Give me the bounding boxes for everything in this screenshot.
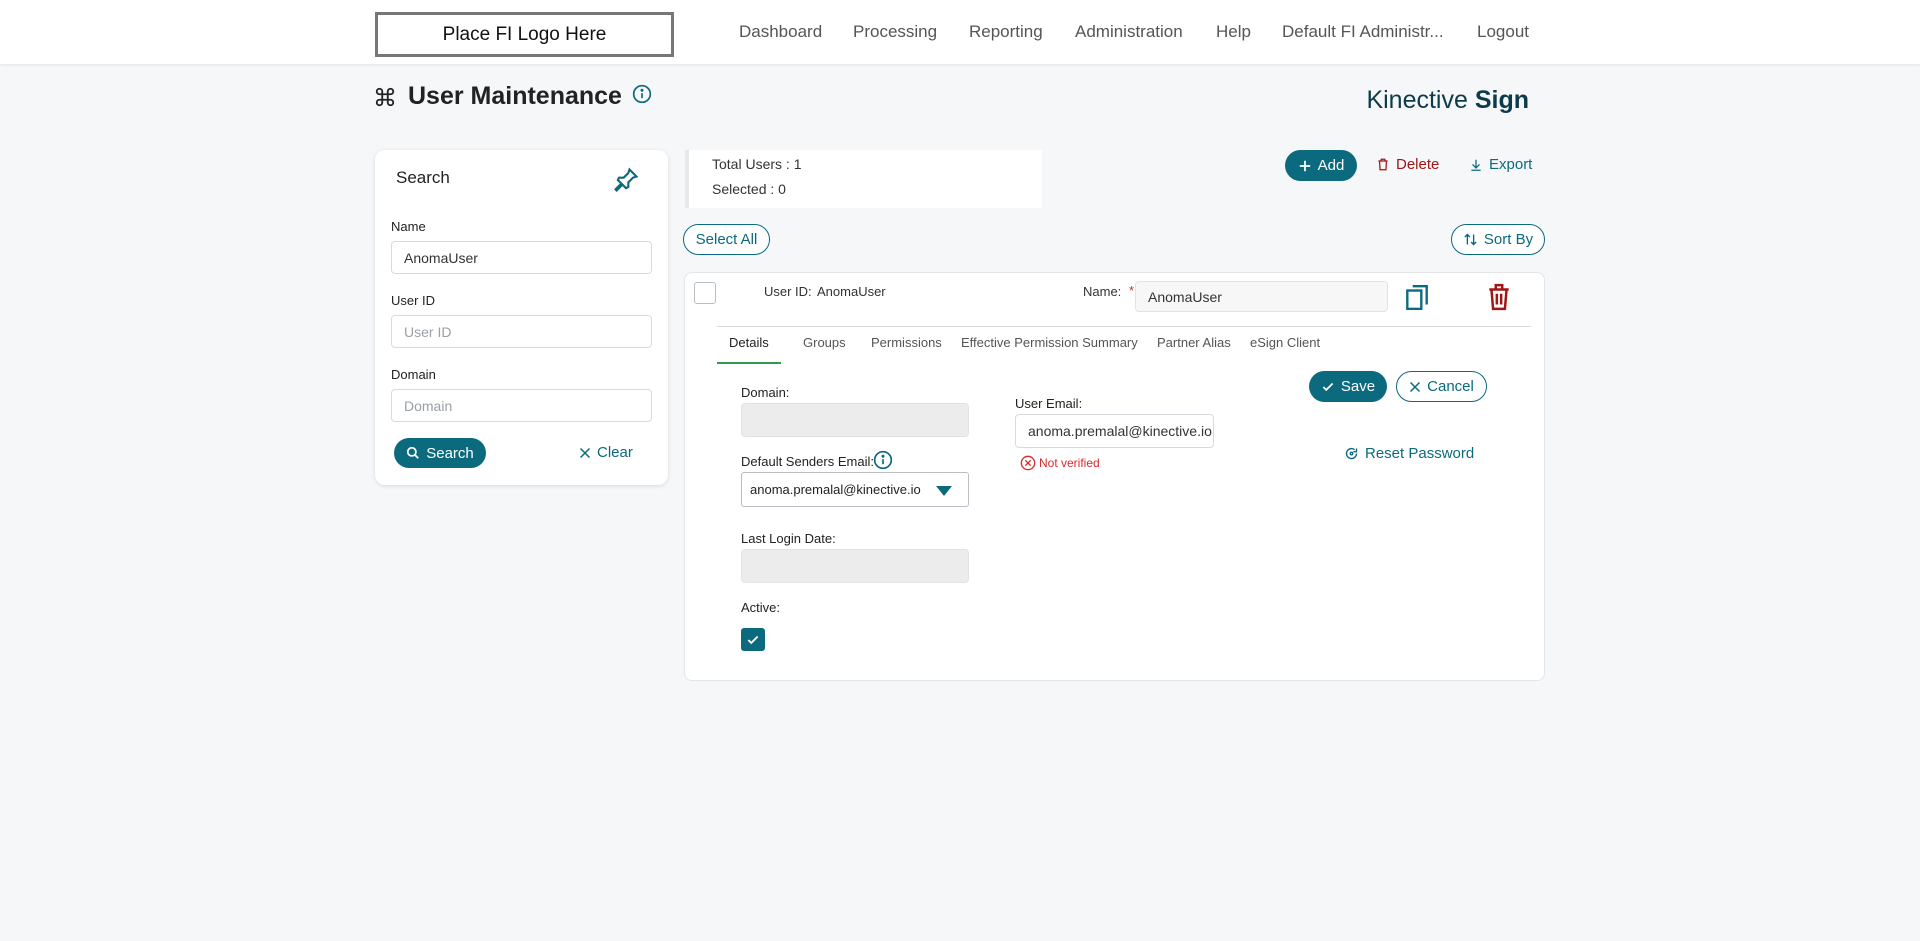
nav-logout[interactable]: Logout	[1477, 0, 1529, 64]
selected-count: Selected : 0	[712, 181, 786, 197]
select-all-label: Select All	[695, 231, 758, 248]
tab-details[interactable]: Details	[729, 335, 769, 350]
nav-reporting[interactable]: Reporting	[969, 0, 1043, 64]
pin-icon[interactable]	[612, 166, 640, 194]
active-label: Active:	[741, 600, 781, 615]
top-navbar: Place FI Logo Here Dashboard Processing …	[0, 0, 1920, 64]
required-mark: *	[1129, 283, 1135, 298]
user-email-value: anoma.premalal@kinective.io	[1028, 423, 1212, 439]
nav-help[interactable]: Help	[1216, 0, 1251, 64]
domain-field	[741, 403, 969, 437]
sort-by-button[interactable]: Sort By	[1451, 224, 1545, 255]
active-tab-indicator	[717, 362, 781, 364]
tab-partner-alias[interactable]: Partner Alias	[1157, 335, 1231, 350]
fi-logo-placeholder[interactable]: Place FI Logo Here	[375, 12, 674, 57]
domain-label: Domain	[391, 367, 436, 382]
user-email-input[interactable]: anoma.premalal@kinective.io	[1015, 414, 1214, 448]
last-login-field	[741, 549, 969, 583]
add-button-label: Add	[1317, 157, 1345, 174]
nav-reporting-label[interactable]: Reporting	[969, 22, 1043, 42]
user-name-input[interactable]: AnomaUser	[1135, 281, 1388, 312]
search-panel: Search Name AnomaUser User ID User ID Do…	[375, 150, 668, 485]
cancel-button-label: Cancel	[1427, 378, 1474, 395]
nav-administration-label[interactable]: Administration	[1075, 22, 1183, 42]
search-title: Search	[396, 168, 450, 187]
command-icon	[375, 87, 395, 106]
save-button[interactable]: Save	[1309, 371, 1387, 402]
user-stats: Total Users : 1 Selected : 0	[685, 150, 1042, 208]
nav-logout-label[interactable]: Logout	[1477, 22, 1529, 42]
close-icon	[1410, 381, 1421, 392]
domain-input[interactable]: Domain	[391, 389, 652, 422]
user-card: User ID: AnomaUser Name: * AnomaUser Det…	[684, 272, 1545, 681]
add-button[interactable]: Add	[1285, 150, 1357, 181]
close-icon	[579, 447, 591, 458]
brand-bold: Sign	[1474, 86, 1529, 114]
sort-by-label: Sort By	[1483, 231, 1534, 248]
tab-bar	[717, 326, 1531, 327]
delete-button[interactable]: Delete	[1376, 156, 1439, 173]
trash-icon	[1378, 158, 1388, 171]
nav-user-menu-label[interactable]: Default FI Administr...	[1282, 22, 1444, 42]
info-icon[interactable]	[632, 84, 652, 104]
delete-user-icon[interactable]	[1486, 283, 1512, 311]
nav-processing-label[interactable]: Processing	[853, 22, 937, 42]
userid-label: User ID	[391, 293, 436, 308]
tab-permissions[interactable]: Permissions	[871, 335, 942, 350]
total-users: Total Users : 1	[712, 156, 802, 172]
brand-logo: Kinective Sign	[1366, 86, 1529, 115]
userid-field-label: User ID:	[764, 284, 812, 299]
domain-field-label: Domain:	[741, 385, 790, 400]
sort-icon	[1464, 233, 1477, 246]
export-button[interactable]: Export	[1469, 156, 1532, 173]
clear-button[interactable]: Clear	[579, 444, 633, 461]
cancel-button[interactable]: Cancel	[1396, 371, 1487, 402]
userid-value: AnomaUser	[817, 284, 886, 299]
nav-dashboard-label[interactable]: Dashboard	[739, 22, 822, 42]
page-heading: User Maintenance	[374, 82, 652, 111]
chevron-down-icon	[936, 486, 952, 496]
search-icon	[407, 446, 420, 459]
reset-password-button[interactable]: Reset Password	[1344, 445, 1474, 462]
check-icon	[1322, 382, 1334, 391]
not-verified-text: Not verified	[1039, 456, 1100, 470]
search-button-label: Search	[426, 444, 474, 462]
default-senders-value: anoma.premalal@kinective.io	[750, 482, 921, 497]
reset-password-label: Reset Password	[1365, 445, 1475, 462]
reset-icon	[1345, 447, 1358, 460]
nav-dashboard[interactable]: Dashboard	[739, 0, 822, 64]
user-email-label: User Email:	[1015, 396, 1083, 411]
save-button-label: Save	[1340, 378, 1376, 395]
page-title: User Maintenance	[408, 82, 622, 110]
search-button[interactable]: Search	[394, 438, 486, 468]
copy-icon[interactable]	[1404, 283, 1430, 311]
export-button-label: Export	[1489, 156, 1533, 173]
delete-button-label: Delete	[1396, 156, 1440, 173]
default-senders-info-icon[interactable]	[873, 450, 893, 470]
default-senders-select[interactable]: anoma.premalal@kinective.io	[741, 472, 969, 507]
active-checkbox[interactable]	[741, 628, 765, 651]
plus-icon	[1299, 160, 1310, 171]
default-senders-label: Default Senders Email:	[741, 454, 874, 469]
download-icon	[1471, 159, 1481, 171]
nav-user-menu[interactable]: Default FI Administr...	[1282, 0, 1444, 64]
brand-light: Kinective	[1366, 86, 1475, 114]
tab-groups[interactable]: Groups	[803, 335, 846, 350]
name-field-label: Name:	[1083, 284, 1122, 299]
name-input[interactable]: AnomaUser	[391, 241, 652, 274]
clear-button-label: Clear	[597, 444, 633, 461]
error-circle-icon	[1020, 455, 1036, 471]
user-select-checkbox[interactable]	[694, 282, 716, 304]
last-login-label: Last Login Date:	[741, 531, 836, 546]
check-icon	[747, 635, 759, 644]
name-label: Name	[391, 219, 426, 234]
nav-processing[interactable]: Processing	[853, 0, 937, 64]
nav-administration[interactable]: Administration	[1075, 0, 1183, 64]
select-all-button[interactable]: Select All	[683, 224, 770, 255]
userid-input[interactable]: User ID	[391, 315, 652, 348]
nav-help-label[interactable]: Help	[1216, 22, 1251, 42]
tab-esign-client[interactable]: eSign Client	[1250, 335, 1320, 350]
tab-effective-permission-summary[interactable]: Effective Permission Summary	[961, 335, 1138, 350]
